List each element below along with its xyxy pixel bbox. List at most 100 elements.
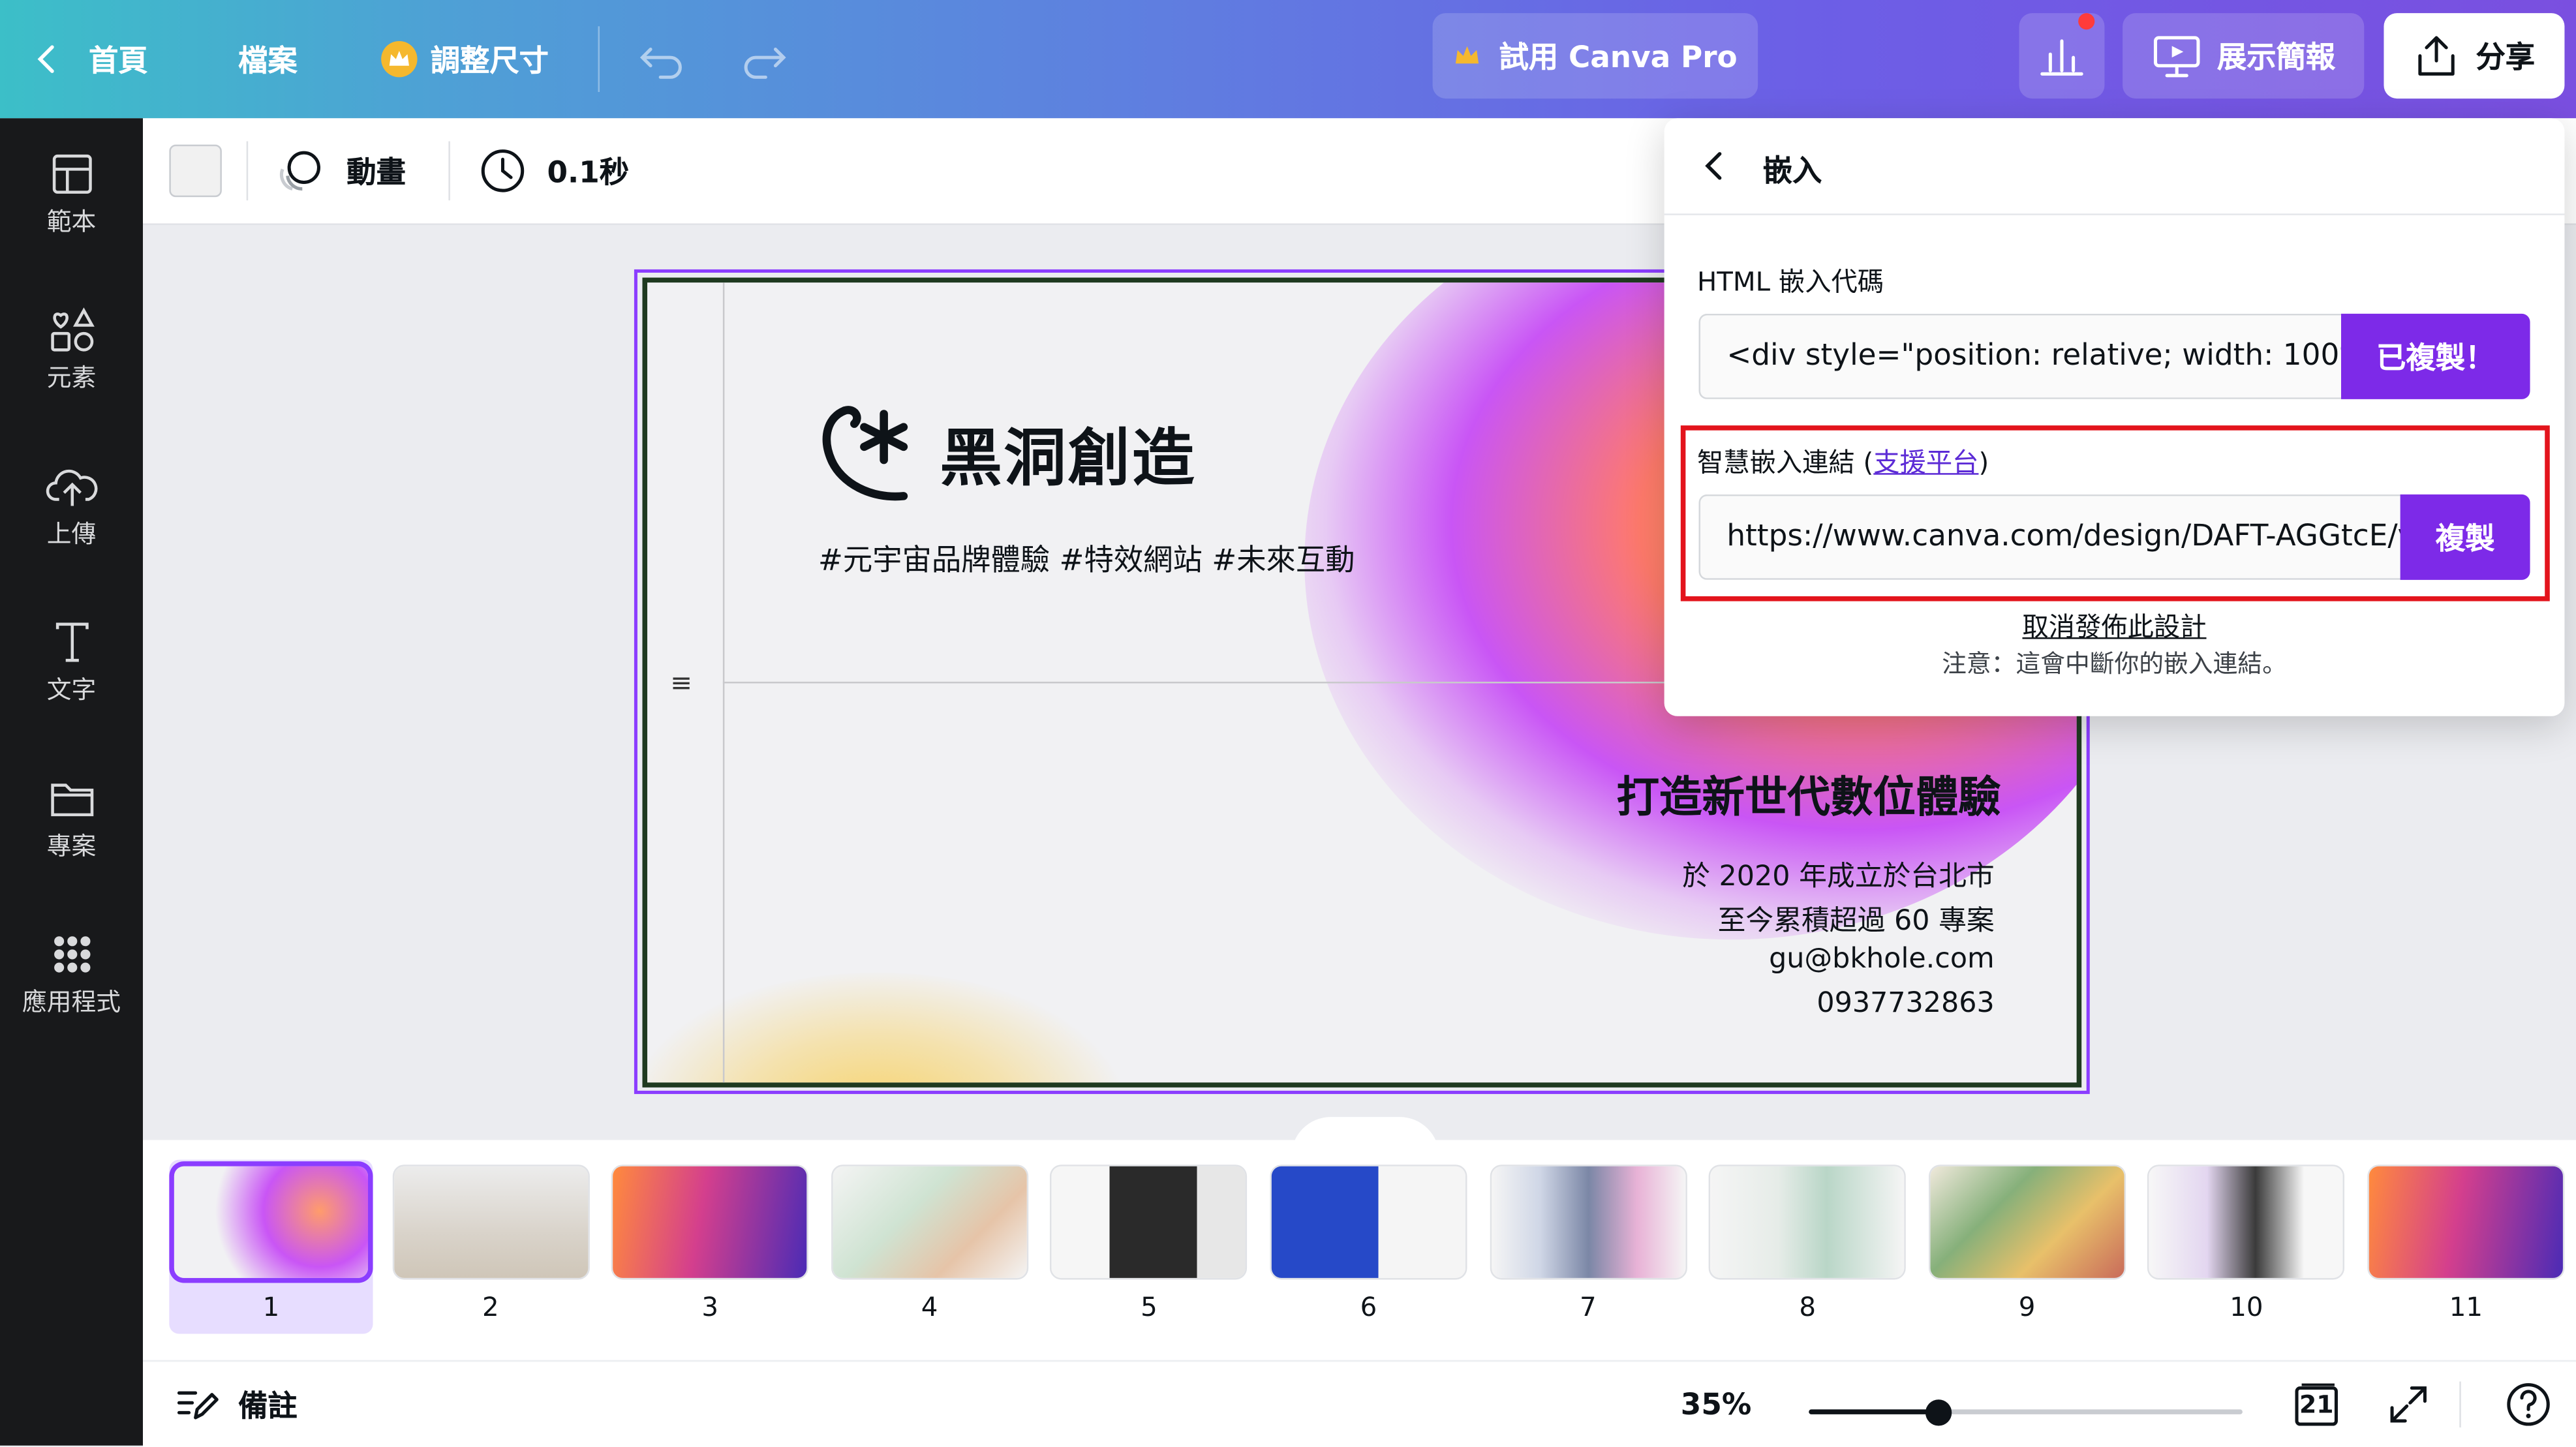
slide-info-line: 於 2020 年成立於台北市 bbox=[1682, 861, 1995, 894]
animate-label: 動畫 bbox=[346, 156, 406, 191]
elements-icon bbox=[50, 307, 94, 352]
template-icon bbox=[52, 154, 91, 194]
zoom-slider-track[interactable] bbox=[1809, 1409, 2243, 1414]
divider bbox=[448, 141, 450, 201]
sidebar-item-uploads[interactable]: 上傳 bbox=[0, 463, 143, 550]
timing-button[interactable]: 0.1秒 bbox=[478, 118, 629, 223]
divider bbox=[246, 141, 249, 201]
insights-button[interactable] bbox=[2019, 13, 2105, 99]
page-thumbnail[interactable] bbox=[1052, 1166, 1246, 1278]
page-number: 7 bbox=[1579, 1291, 1597, 1322]
present-label: 展示簡報 bbox=[2216, 40, 2336, 76]
background-color-swatch[interactable] bbox=[169, 144, 222, 198]
share-upload-icon bbox=[2418, 36, 2455, 76]
menu-icon: ≡ bbox=[670, 667, 693, 699]
page-thumbnail[interactable] bbox=[833, 1166, 1027, 1278]
try-pro-button[interactable]: 試用 Canva Pro bbox=[1432, 13, 1758, 99]
page-number: 11 bbox=[2449, 1291, 2483, 1322]
undo-button[interactable] bbox=[637, 0, 687, 118]
page-thumbnail[interactable] bbox=[2369, 1166, 2563, 1278]
page-number: 10 bbox=[2230, 1291, 2263, 1322]
file-menu[interactable]: 檔案 bbox=[238, 0, 298, 118]
zoom-percentage[interactable]: 35% bbox=[1681, 1362, 1752, 1447]
crown-icon bbox=[1456, 46, 1480, 64]
divider bbox=[598, 26, 600, 93]
divider bbox=[2459, 1381, 2461, 1428]
try-pro-label: 試用 Canva Pro bbox=[1499, 40, 1738, 76]
help-icon bbox=[2507, 1383, 2550, 1426]
left-sidebar: 範本 元素 上傳 文字 專案 應用程式 bbox=[0, 118, 144, 1446]
page-number: 2 bbox=[482, 1291, 499, 1322]
page-thumbnail[interactable] bbox=[1271, 1166, 1465, 1278]
brand-name: 黑洞創造 bbox=[940, 422, 1197, 495]
embed-panel-title: 嵌入 bbox=[1762, 154, 1822, 189]
divider-line bbox=[722, 282, 725, 1083]
sidebar-item-projects[interactable]: 專案 bbox=[0, 775, 143, 862]
sidebar-item-text[interactable]: 文字 bbox=[0, 619, 143, 706]
clock-icon bbox=[481, 149, 525, 192]
sidebar-item-label: 範本 bbox=[46, 207, 97, 237]
page-thumbnail[interactable] bbox=[393, 1166, 588, 1278]
sidebar-item-label: 上傳 bbox=[46, 519, 97, 549]
resize-button[interactable]: 調整尺寸 bbox=[381, 0, 549, 118]
gradient-blob bbox=[647, 972, 1124, 1083]
resize-label: 調整尺寸 bbox=[430, 44, 549, 79]
brand-logo-icon bbox=[822, 406, 908, 501]
back-chevron-icon[interactable] bbox=[1697, 148, 1733, 184]
sidebar-item-label: 元素 bbox=[46, 363, 97, 393]
file-label: 檔案 bbox=[238, 44, 298, 79]
animate-button[interactable]: 動畫 bbox=[278, 118, 406, 223]
redo-icon bbox=[744, 48, 786, 79]
sidebar-item-label: 文字 bbox=[46, 675, 97, 705]
sidebar-item-templates[interactable]: 範本 bbox=[0, 151, 143, 238]
notes-button[interactable]: 備註 bbox=[176, 1362, 298, 1447]
help-button[interactable] bbox=[2506, 1362, 2552, 1447]
share-label: 分享 bbox=[2476, 40, 2536, 76]
notes-label: 備註 bbox=[238, 1390, 298, 1425]
upload-icon bbox=[45, 469, 97, 506]
slide-email: gu@bkhole.com bbox=[1769, 943, 1995, 976]
footer-bar: 備註 35% 21 bbox=[143, 1360, 2576, 1447]
annotation-highlight-box bbox=[1680, 425, 2550, 602]
page-count-button[interactable]: 21 bbox=[2292, 1362, 2341, 1447]
slide-tags: #元宇宙品牌體驗 #特效網站 #未來互動 bbox=[818, 543, 1355, 579]
page-thumbnail[interactable] bbox=[174, 1166, 369, 1278]
page-number: 6 bbox=[1360, 1291, 1377, 1322]
apps-icon bbox=[53, 936, 90, 973]
sidebar-item-elements[interactable]: 元素 bbox=[0, 307, 143, 394]
fullscreen-button[interactable] bbox=[2387, 1362, 2430, 1447]
page-number: 3 bbox=[701, 1291, 719, 1322]
page-thumbnail[interactable] bbox=[2149, 1166, 2344, 1278]
sidebar-item-apps[interactable]: 應用程式 bbox=[0, 932, 143, 1018]
duration-label: 0.1秒 bbox=[547, 156, 630, 191]
home-label: 首頁 bbox=[88, 44, 148, 79]
page-thumbnail[interactable] bbox=[1491, 1166, 1685, 1278]
page-thumbnail[interactable] bbox=[1710, 1166, 1905, 1278]
unpublish-link[interactable]: 取消發佈此設計 bbox=[1664, 605, 2565, 644]
slide-phone: 0937732863 bbox=[1817, 987, 1995, 1020]
slide-headline: 打造新世代數位體驗 bbox=[1616, 773, 2001, 823]
page-count-label: 21 bbox=[2299, 1390, 2334, 1420]
chevron-left-icon bbox=[37, 45, 54, 73]
top-bar: 首頁 檔案 調整尺寸 試用 Canva Pro 展示簡報 分享 bbox=[0, 0, 2576, 119]
zoom-slider-handle[interactable] bbox=[1925, 1399, 1952, 1426]
page-number: 5 bbox=[1141, 1291, 1158, 1322]
zoom-slider-fill bbox=[1809, 1409, 1939, 1414]
page-thumbnail[interactable] bbox=[613, 1166, 807, 1278]
page-number: 4 bbox=[921, 1291, 938, 1322]
page-thumbnail[interactable] bbox=[1930, 1166, 2124, 1278]
text-icon bbox=[55, 622, 88, 662]
bar-chart-icon bbox=[2040, 39, 2083, 76]
notification-dot bbox=[2078, 13, 2095, 30]
present-button[interactable]: 展示簡報 bbox=[2123, 13, 2365, 99]
redo-button[interactable] bbox=[739, 0, 789, 118]
presentation-icon bbox=[2153, 36, 2200, 78]
notes-icon bbox=[177, 1391, 219, 1420]
home-button[interactable]: 首頁 bbox=[29, 0, 148, 118]
share-button[interactable]: 分享 bbox=[2384, 13, 2565, 99]
page-filmstrip: 1 2 3 4 5 6 7 8 9 10 11 bbox=[143, 1140, 2576, 1360]
html-embed-code-field[interactable]: <div style="position: relative; width: 1… bbox=[1698, 313, 2343, 399]
page-number: 1 bbox=[262, 1291, 280, 1322]
copied-button[interactable]: 已複製！ bbox=[2341, 313, 2530, 399]
embed-warning-note: 注意：這會中斷你的嵌入連結。 bbox=[1942, 648, 2287, 678]
